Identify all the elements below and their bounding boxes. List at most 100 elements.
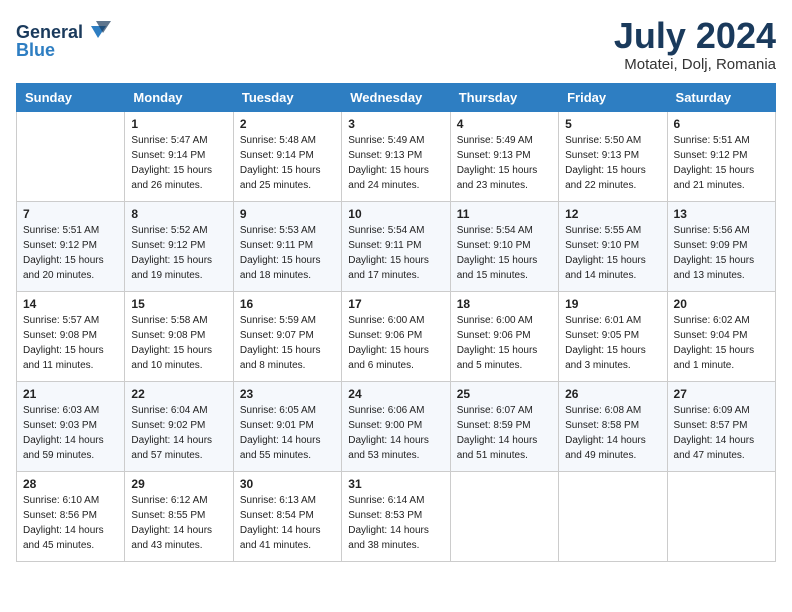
calendar-cell: 2 Sunrise: 5:48 AMSunset: 9:14 PMDaylight… bbox=[233, 111, 341, 201]
day-number: 15 bbox=[131, 297, 226, 311]
day-number: 25 bbox=[457, 387, 552, 401]
calendar-cell: 31 Sunrise: 6:14 AMSunset: 8:53 PMDayligh… bbox=[342, 471, 450, 561]
day-number: 18 bbox=[457, 297, 552, 311]
week-row-5: 28 Sunrise: 6:10 AMSunset: 8:56 PMDayligh… bbox=[17, 471, 776, 561]
day-info: Sunrise: 6:04 AMSunset: 9:02 PMDaylight:… bbox=[131, 403, 226, 463]
svg-text:Blue: Blue bbox=[16, 40, 55, 60]
calendar-cell: 25Sunrise: 6:07 AMSunset: 8:59 PMDayligh… bbox=[450, 381, 558, 471]
logo: General Blue bbox=[16, 16, 116, 61]
page-header: General Blue July 2024 Motatei, Dolj, Ro… bbox=[16, 16, 776, 73]
calendar-cell: 4 Sunrise: 5:49 AMSunset: 9:13 PMDaylight… bbox=[450, 111, 558, 201]
day-info: Sunrise: 6:05 AMSunset: 9:01 PMDaylight:… bbox=[240, 403, 335, 463]
calendar-cell: 5 Sunrise: 5:50 AMSunset: 9:13 PMDaylight… bbox=[559, 111, 667, 201]
calendar-cell: 8 Sunrise: 5:52 AMSunset: 9:12 PMDaylight… bbox=[125, 201, 233, 291]
location: Motatei, Dolj, Romania bbox=[614, 56, 776, 73]
day-header-monday: Monday bbox=[125, 83, 233, 111]
day-info: Sunrise: 5:54 AMSunset: 9:10 PMDaylight:… bbox=[457, 223, 552, 283]
day-info: Sunrise: 5:50 AMSunset: 9:13 PMDaylight:… bbox=[565, 133, 660, 193]
day-number: 13 bbox=[674, 207, 769, 221]
day-number: 23 bbox=[240, 387, 335, 401]
day-header-sunday: Sunday bbox=[17, 83, 125, 111]
day-number: 12 bbox=[565, 207, 660, 221]
day-info: Sunrise: 5:57 AMSunset: 9:08 PMDaylight:… bbox=[23, 313, 118, 373]
day-number: 16 bbox=[240, 297, 335, 311]
day-number: 6 bbox=[674, 117, 769, 131]
calendar-body: 1 Sunrise: 5:47 AMSunset: 9:14 PMDaylight… bbox=[17, 111, 776, 561]
day-number: 7 bbox=[23, 207, 118, 221]
calendar-cell: 7 Sunrise: 5:51 AMSunset: 9:12 PMDaylight… bbox=[17, 201, 125, 291]
calendar-cell bbox=[450, 471, 558, 561]
day-number: 21 bbox=[23, 387, 118, 401]
day-number: 31 bbox=[348, 477, 443, 491]
calendar-cell bbox=[559, 471, 667, 561]
day-info: Sunrise: 5:48 AMSunset: 9:14 PMDaylight:… bbox=[240, 133, 335, 193]
day-number: 8 bbox=[131, 207, 226, 221]
calendar-cell: 21 Sunrise: 6:03 AMSunset: 9:03 PMDayligh… bbox=[17, 381, 125, 471]
day-info: Sunrise: 6:08 AMSunset: 8:58 PMDaylight:… bbox=[565, 403, 660, 463]
calendar-cell: 13 Sunrise: 5:56 AMSunset: 9:09 PMDayligh… bbox=[667, 201, 775, 291]
calendar-cell: 3 Sunrise: 5:49 AMSunset: 9:13 PMDaylight… bbox=[342, 111, 450, 201]
day-info: Sunrise: 6:02 AMSunset: 9:04 PMDaylight:… bbox=[674, 313, 769, 373]
calendar-cell: 14 Sunrise: 5:57 AMSunset: 9:08 PMDayligh… bbox=[17, 291, 125, 381]
day-info: Sunrise: 6:09 AMSunset: 8:57 PMDaylight:… bbox=[674, 403, 769, 463]
calendar-cell: 20 Sunrise: 6:02 AMSunset: 9:04 PMDayligh… bbox=[667, 291, 775, 381]
day-number: 1 bbox=[131, 117, 226, 131]
day-info: Sunrise: 5:56 AMSunset: 9:09 PMDaylight:… bbox=[674, 223, 769, 283]
calendar-cell: 9Sunrise: 5:53 AMSunset: 9:11 PMDaylight… bbox=[233, 201, 341, 291]
calendar-cell: 18 Sunrise: 6:00 AMSunset: 9:06 PMDayligh… bbox=[450, 291, 558, 381]
day-info: Sunrise: 5:58 AMSunset: 9:08 PMDaylight:… bbox=[131, 313, 226, 373]
day-header-wednesday: Wednesday bbox=[342, 83, 450, 111]
day-number: 28 bbox=[23, 477, 118, 491]
day-info: Sunrise: 5:47 AMSunset: 9:14 PMDaylight:… bbox=[131, 133, 226, 193]
day-number: 22 bbox=[131, 387, 226, 401]
day-header-row: SundayMondayTuesdayWednesdayThursdayFrid… bbox=[17, 83, 776, 111]
title-block: July 2024 Motatei, Dolj, Romania bbox=[614, 16, 776, 73]
day-number: 20 bbox=[674, 297, 769, 311]
day-number: 4 bbox=[457, 117, 552, 131]
calendar-cell: 16 Sunrise: 5:59 AMSunset: 9:07 PMDayligh… bbox=[233, 291, 341, 381]
calendar-cell: 6Sunrise: 5:51 AMSunset: 9:12 PMDaylight… bbox=[667, 111, 775, 201]
day-info: Sunrise: 6:12 AMSunset: 8:55 PMDaylight:… bbox=[131, 493, 226, 553]
day-number: 19 bbox=[565, 297, 660, 311]
day-number: 11 bbox=[457, 207, 552, 221]
day-number: 3 bbox=[348, 117, 443, 131]
calendar-cell: 10 Sunrise: 5:54 AMSunset: 9:11 PMDayligh… bbox=[342, 201, 450, 291]
calendar-cell bbox=[667, 471, 775, 561]
day-info: Sunrise: 5:59 AMSunset: 9:07 PMDaylight:… bbox=[240, 313, 335, 373]
day-number: 14 bbox=[23, 297, 118, 311]
day-header-thursday: Thursday bbox=[450, 83, 558, 111]
day-header-tuesday: Tuesday bbox=[233, 83, 341, 111]
calendar-cell: 17 Sunrise: 6:00 AMSunset: 9:06 PMDayligh… bbox=[342, 291, 450, 381]
day-number: 30 bbox=[240, 477, 335, 491]
day-info: Sunrise: 5:52 AMSunset: 9:12 PMDaylight:… bbox=[131, 223, 226, 283]
calendar-cell: 1 Sunrise: 5:47 AMSunset: 9:14 PMDaylight… bbox=[125, 111, 233, 201]
day-number: 5 bbox=[565, 117, 660, 131]
day-info: Sunrise: 5:53 AMSunset: 9:11 PMDaylight:… bbox=[240, 223, 335, 283]
day-info: Sunrise: 6:01 AMSunset: 9:05 PMDaylight:… bbox=[565, 313, 660, 373]
week-row-1: 1 Sunrise: 5:47 AMSunset: 9:14 PMDaylight… bbox=[17, 111, 776, 201]
calendar-cell: 30Sunrise: 6:13 AMSunset: 8:54 PMDayligh… bbox=[233, 471, 341, 561]
day-info: Sunrise: 6:14 AMSunset: 8:53 PMDaylight:… bbox=[348, 493, 443, 553]
day-info: Sunrise: 6:00 AMSunset: 9:06 PMDaylight:… bbox=[348, 313, 443, 373]
day-info: Sunrise: 6:00 AMSunset: 9:06 PMDaylight:… bbox=[457, 313, 552, 373]
day-number: 10 bbox=[348, 207, 443, 221]
day-info: Sunrise: 6:10 AMSunset: 8:56 PMDaylight:… bbox=[23, 493, 118, 553]
calendar-cell: 28 Sunrise: 6:10 AMSunset: 8:56 PMDayligh… bbox=[17, 471, 125, 561]
day-info: Sunrise: 5:55 AMSunset: 9:10 PMDaylight:… bbox=[565, 223, 660, 283]
calendar-cell: 12 Sunrise: 5:55 AMSunset: 9:10 PMDayligh… bbox=[559, 201, 667, 291]
day-info: Sunrise: 5:49 AMSunset: 9:13 PMDaylight:… bbox=[348, 133, 443, 193]
day-info: Sunrise: 5:49 AMSunset: 9:13 PMDaylight:… bbox=[457, 133, 552, 193]
day-number: 2 bbox=[240, 117, 335, 131]
day-number: 24 bbox=[348, 387, 443, 401]
day-info: Sunrise: 5:51 AMSunset: 9:12 PMDaylight:… bbox=[23, 223, 118, 283]
calendar-cell: 19 Sunrise: 6:01 AMSunset: 9:05 PMDayligh… bbox=[559, 291, 667, 381]
day-info: Sunrise: 6:06 AMSunset: 9:00 PMDaylight:… bbox=[348, 403, 443, 463]
calendar-cell: 15 Sunrise: 5:58 AMSunset: 9:08 PMDayligh… bbox=[125, 291, 233, 381]
day-info: Sunrise: 5:54 AMSunset: 9:11 PMDaylight:… bbox=[348, 223, 443, 283]
week-row-2: 7 Sunrise: 5:51 AMSunset: 9:12 PMDaylight… bbox=[17, 201, 776, 291]
calendar-cell bbox=[17, 111, 125, 201]
calendar-header: SundayMondayTuesdayWednesdayThursdayFrid… bbox=[17, 83, 776, 111]
day-info: Sunrise: 6:03 AMSunset: 9:03 PMDaylight:… bbox=[23, 403, 118, 463]
day-header-saturday: Saturday bbox=[667, 83, 775, 111]
day-number: 17 bbox=[348, 297, 443, 311]
